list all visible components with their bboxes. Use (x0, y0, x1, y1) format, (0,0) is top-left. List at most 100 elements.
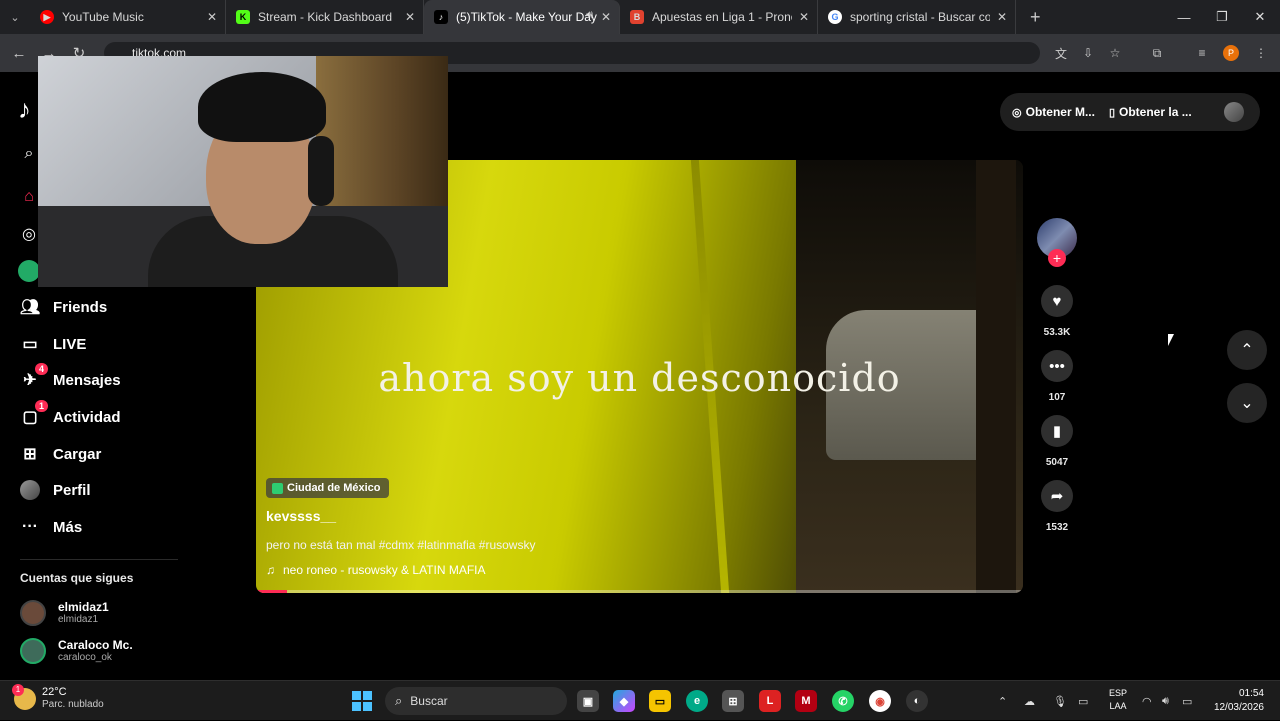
whatsapp-icon[interactable]: ✆ (832, 690, 854, 712)
sidebar-item-label: Actividad (53, 408, 121, 426)
tab-strip: ⌄ ▶ YouTube Music ✕ K Stream - Kick Dash… (0, 0, 1280, 34)
follow-plus-icon[interactable]: + (1048, 249, 1066, 267)
menu-dots-icon[interactable]: ⋮ (1252, 44, 1270, 62)
translate-icon[interactable]: 文 (1052, 44, 1070, 62)
comment-icon: ••• (1049, 357, 1065, 375)
notification-badge: 4 (34, 363, 48, 375)
account-handle: elmidaz1 (58, 613, 99, 625)
media-control-icon[interactable]: ≡ (1193, 44, 1211, 62)
close-icon[interactable]: ✕ (601, 10, 611, 24)
close-icon[interactable]: ✕ (405, 10, 415, 24)
tab-youtube-music[interactable]: ▶ YouTube Music ✕ (30, 0, 226, 34)
tab-title: Stream - Kick Dashboard (258, 10, 393, 24)
obs-icon[interactable]: ◐ (906, 690, 928, 712)
get-coins-label: Obtener M... (1025, 105, 1095, 119)
task-view-icon[interactable]: ▣ (577, 690, 599, 712)
scroll-up-button[interactable]: ⌃ (1227, 330, 1267, 370)
battery-icon[interactable]: ▭ (1182, 681, 1192, 721)
windows-taskbar: 1 22°C Parc. nublado ⌕ Buscar ▣ ◆ ▭ e ⊞ … (0, 680, 1280, 720)
sidebar-item-live[interactable]: ▭ LIVE (20, 331, 86, 357)
lenovo-icon[interactable]: L (759, 690, 781, 712)
new-tab-icon[interactable]: + (1030, 7, 1041, 28)
tab-search-icon[interactable]: ⌄ (0, 0, 30, 34)
sidebar-item-messages[interactable]: ✈ 4 Mensajes (20, 363, 121, 393)
location-pin-icon (272, 482, 283, 494)
extensions-icon[interactable]: ⧉ (1148, 44, 1166, 62)
explore-icon[interactable]: ◎ (18, 223, 40, 245)
clock[interactable]: 01:54 12/03/2026 (1206, 687, 1264, 715)
sidebar-item-more[interactable]: ··· Más (20, 514, 82, 540)
following-account[interactable]: Caraloco Mc. caraloco_ok (20, 638, 133, 664)
weather-widget[interactable]: 1 22°C Parc. nublado (12, 683, 104, 711)
minimize-icon[interactable]: — (1164, 0, 1204, 34)
tiktok-logo-icon[interactable]: ♪ (18, 94, 31, 125)
wifi-icon[interactable]: ◠ (1142, 681, 1152, 721)
restore-icon[interactable]: ❐ (1202, 0, 1242, 34)
onedrive-icon[interactable]: ☁ (1024, 681, 1035, 721)
sidebar-item-upload[interactable]: ⊞ Cargar (20, 441, 101, 467)
start-button[interactable] (352, 691, 372, 711)
user-avatar[interactable] (1224, 102, 1244, 122)
volume-icon[interactable]: 🔊︎ (1162, 681, 1169, 721)
save-count: 5047 (1045, 457, 1069, 468)
video-music[interactable]: ♫ neo roneo - rusowsky & LATIN MAFIA (266, 563, 486, 577)
comment-button[interactable]: ••• (1041, 350, 1073, 382)
tab-kick[interactable]: K Stream - Kick Dashboard ✕ (226, 0, 424, 34)
edge-icon[interactable]: e (686, 690, 708, 712)
bookmark-icon: ▮ (1052, 423, 1062, 440)
webcam-overlay (38, 56, 448, 287)
mcafee-icon[interactable]: M (795, 690, 817, 712)
share-button[interactable]: ➦ (1041, 480, 1073, 512)
copilot-icon[interactable]: ◆ (613, 690, 635, 712)
share-count: 1532 (1045, 522, 1069, 533)
file-explorer-icon[interactable]: ▭ (649, 690, 671, 712)
language-indicator[interactable]: ESP LAA (1106, 687, 1130, 713)
scroll-down-button[interactable]: ⌄ (1227, 383, 1267, 423)
tray-chevron-icon[interactable]: ⌃ (998, 681, 1007, 721)
video-author[interactable]: kevssss__ (266, 508, 336, 524)
speaker-icon[interactable]: 🔊︎ (586, 9, 593, 22)
tab-apuestas[interactable]: B Apuestas en Liga 1 - Pronóstico ✕ (620, 0, 818, 34)
sidebar-item-friends[interactable]: 👥︎ Friends (20, 294, 107, 320)
get-app-button[interactable]: ▯ Obtener la ... (1109, 105, 1192, 119)
home-icon[interactable]: ⌂ (18, 186, 40, 208)
sidebar-item-profile[interactable]: Perfil (20, 477, 91, 503)
chevron-down-icon: ⌄ (1240, 395, 1254, 412)
following-heading: Cuentas que sigues (20, 571, 134, 585)
install-app-icon[interactable]: ⇩ (1079, 44, 1097, 62)
weather-condition: Parc. nublado (42, 699, 104, 710)
like-button[interactable]: ♥ (1041, 285, 1073, 317)
like-count: 53.3K (1043, 327, 1071, 338)
store-icon[interactable]: ⊞ (722, 690, 744, 712)
get-coins-button[interactable]: ◎ Obtener M... (1012, 105, 1095, 119)
microphone-icon[interactable]: 🎙︎ (1053, 681, 1067, 721)
webcam-headphones (308, 136, 334, 206)
coin-icon: ◎ (1012, 106, 1022, 119)
save-button[interactable]: ▮ (1041, 415, 1073, 447)
tab-tiktok[interactable]: ♪ (5)TikTok - Make Your Day 🔊︎ ✕ (424, 0, 620, 34)
share-icon: ➦ (1050, 488, 1064, 505)
taskbar-search[interactable]: ⌕ Buscar (385, 687, 567, 715)
chrome-icon[interactable]: ◉ (869, 690, 891, 712)
bookmark-star-icon[interactable]: ☆ (1106, 44, 1124, 62)
video-progress-fill (256, 590, 287, 593)
close-icon[interactable]: ✕ (799, 10, 809, 24)
following-account[interactable]: elmidaz1 elmidaz1 (20, 600, 109, 626)
sidebar-item-activity[interactable]: ▢ 1 Actividad (20, 400, 121, 430)
profile-avatar[interactable]: P (1223, 45, 1239, 61)
video-progress-bar[interactable] (256, 590, 1023, 593)
sidebar-item-label: Cargar (53, 445, 102, 463)
close-icon[interactable]: ✕ (207, 10, 217, 24)
sidebar-divider (20, 559, 178, 560)
close-icon[interactable]: ✕ (997, 10, 1007, 24)
display-icon[interactable]: ▭ (1078, 681, 1088, 721)
back-icon[interactable]: ← (4, 38, 34, 68)
tab-google[interactable]: G sporting cristal - Buscar con Go ✕ (818, 0, 1016, 34)
search-icon: ⌕ (395, 693, 403, 708)
account-name: elmidaz1 (58, 599, 109, 614)
following-avatar-icon[interactable] (18, 260, 40, 282)
close-window-icon[interactable]: ✕ (1240, 0, 1280, 34)
tab-title: YouTube Music (62, 10, 144, 24)
search-icon[interactable]: ⌕ (18, 143, 40, 165)
location-chip[interactable]: Ciudad de México (266, 478, 389, 498)
